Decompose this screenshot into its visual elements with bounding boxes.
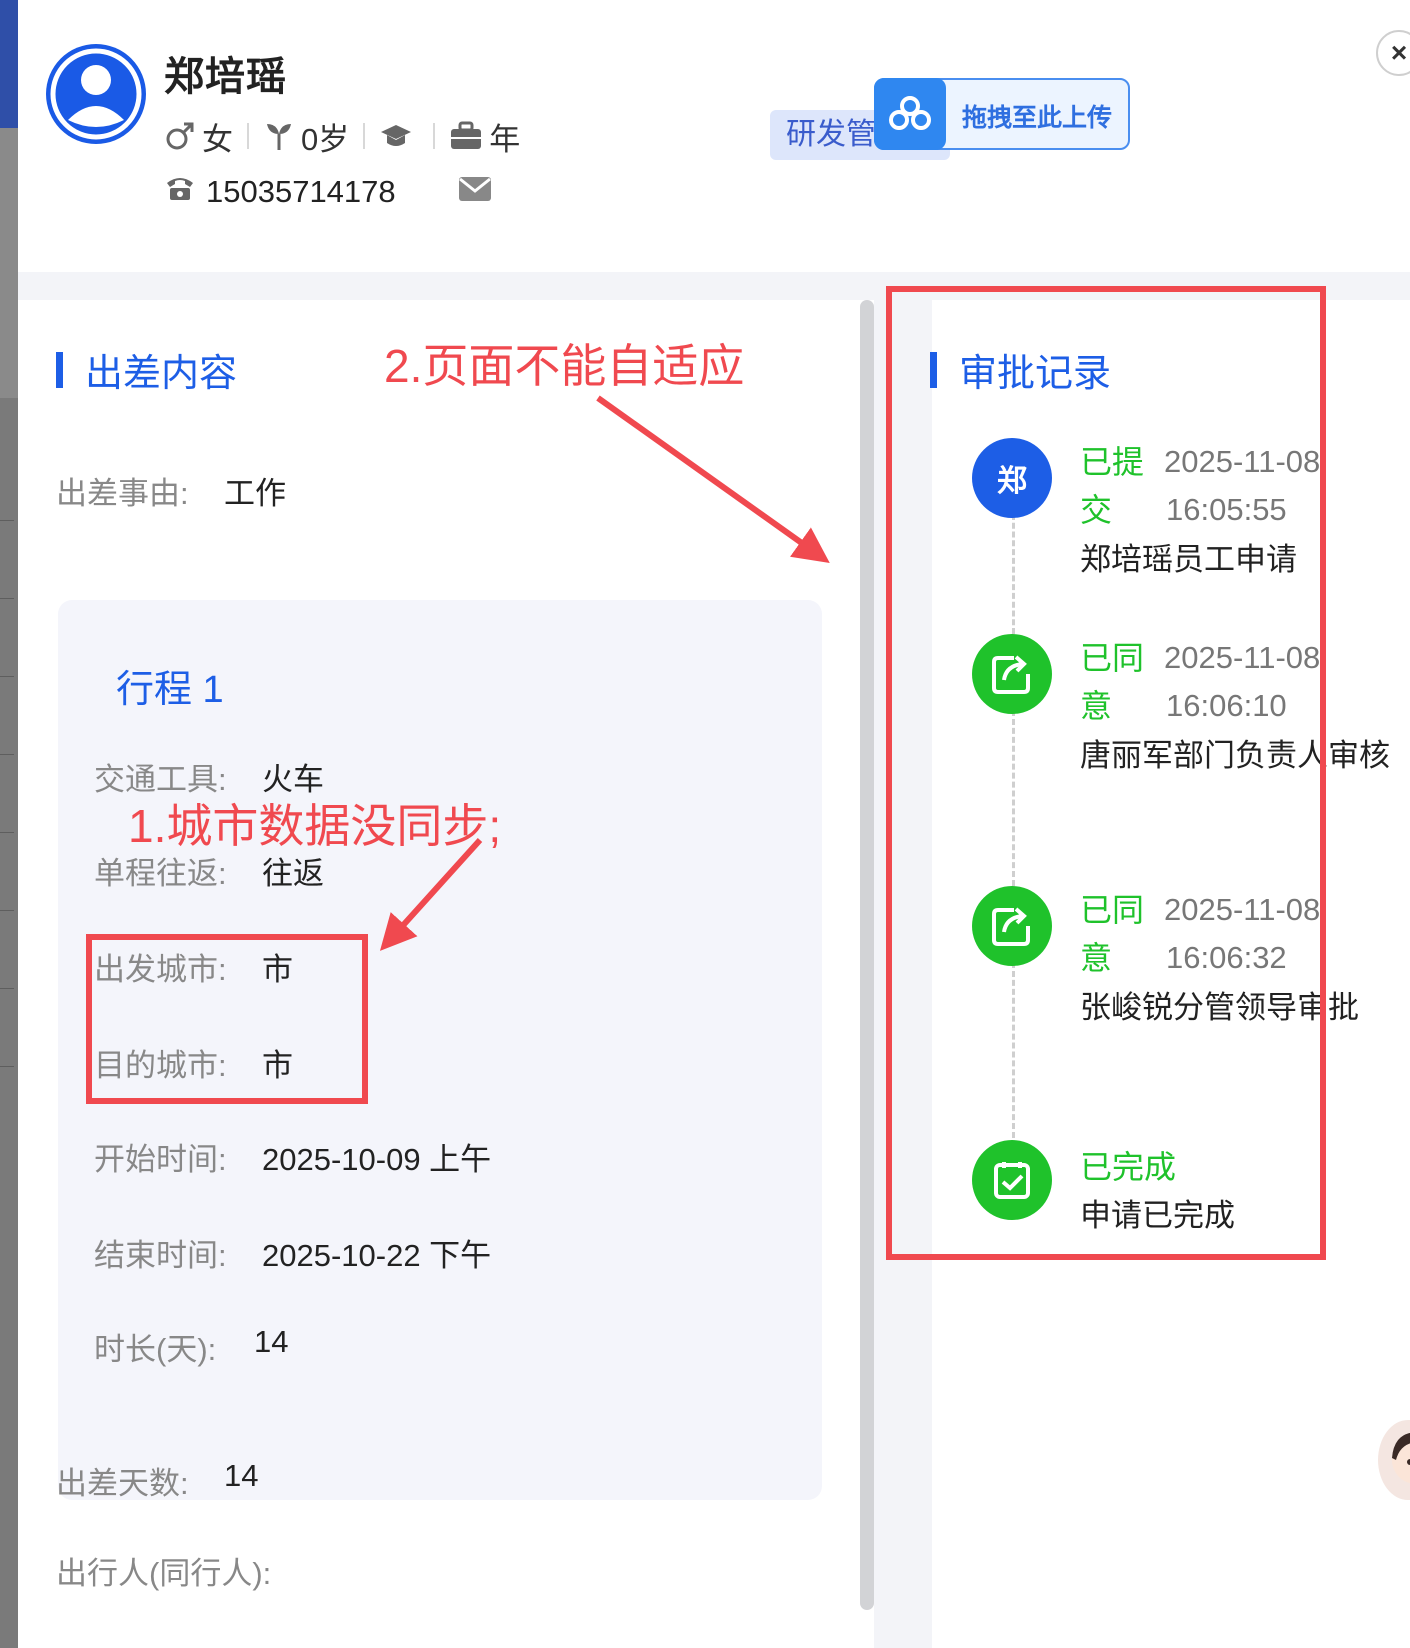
annotation-arrows <box>379 395 830 951</box>
annotation-arrow-1 <box>379 837 483 951</box>
annotation-arrow-2 <box>596 395 830 563</box>
